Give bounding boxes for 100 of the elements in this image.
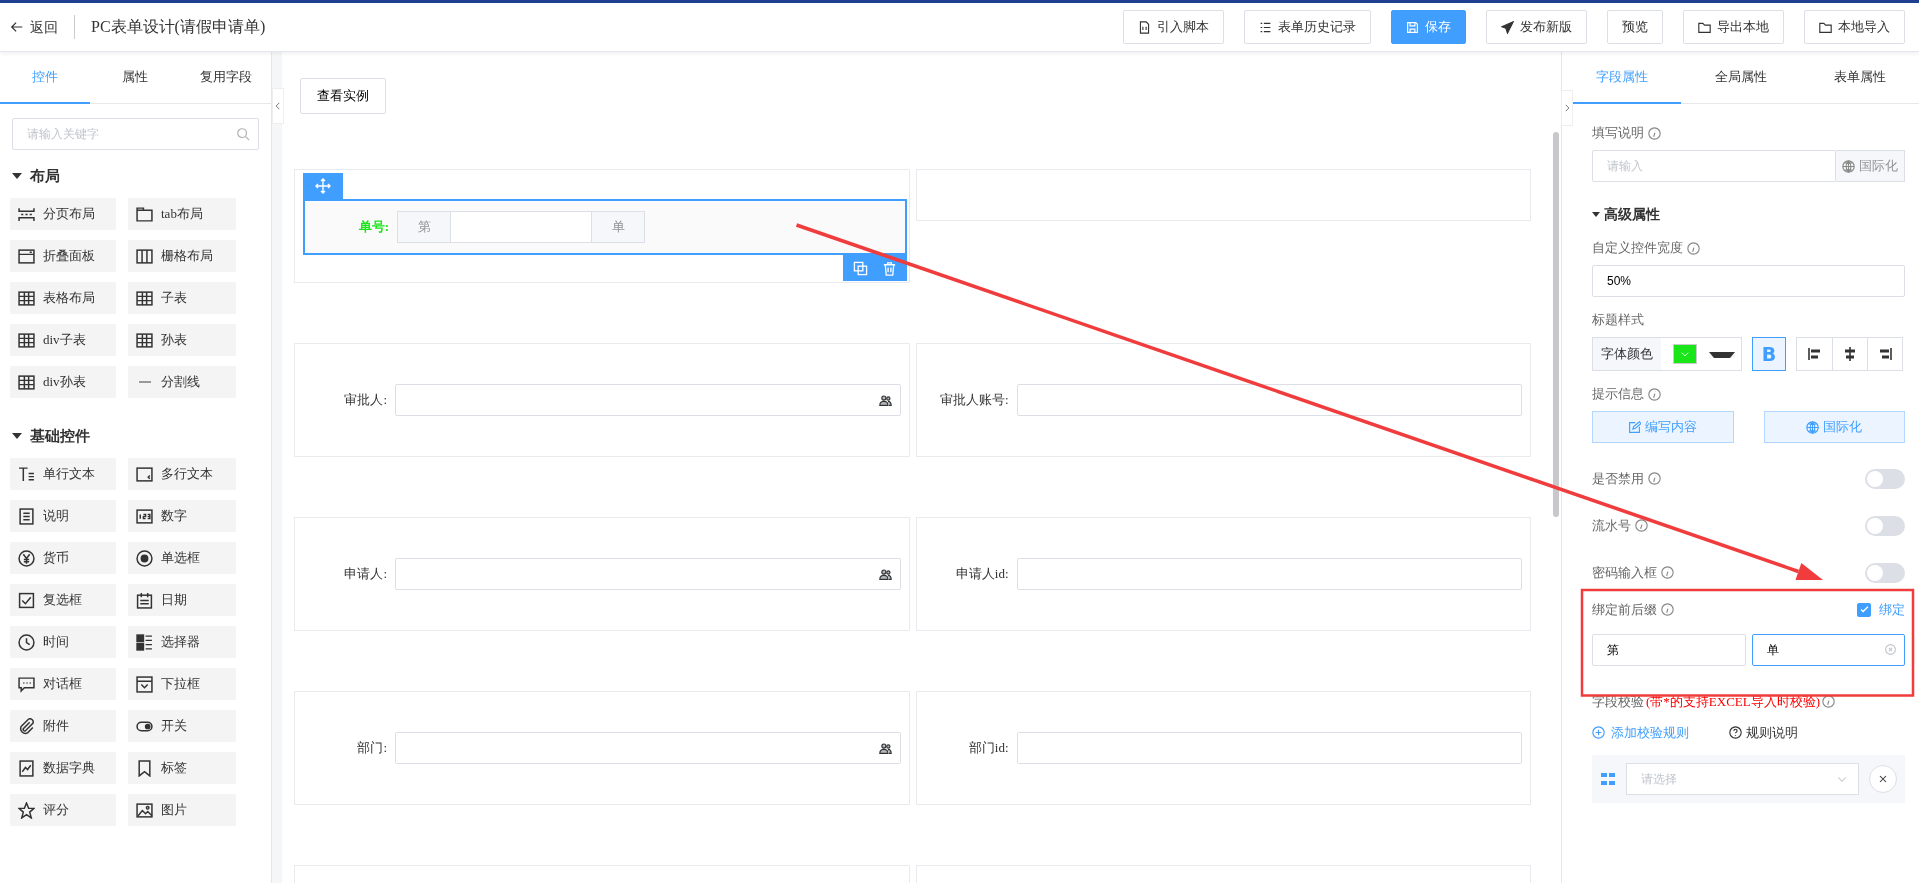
collapse-toggle[interactable] — [272, 88, 284, 124]
prefix-input[interactable]: 第 — [1592, 633, 1746, 666]
collapse-toggle[interactable] — [1561, 90, 1573, 126]
form-cell[interactable]: 部门id: — [915, 691, 1531, 805]
scrollbar[interactable] — [1553, 132, 1559, 517]
control-item[interactable]: 对话框 — [10, 668, 116, 700]
control-item[interactable]: 下拉框 — [128, 668, 236, 700]
control-item[interactable]: 数据字典 — [10, 752, 116, 784]
view-example-button[interactable]: 查看实例 — [300, 78, 386, 114]
color-swatch[interactable] — [1673, 344, 1697, 364]
panel-tab[interactable]: 属性 — [90, 52, 181, 104]
checkbox[interactable] — [1857, 602, 1871, 617]
calendar-icon — [136, 591, 153, 609]
drag-handle[interactable] — [303, 173, 343, 199]
info-icon — [1635, 519, 1648, 532]
toolbar-button[interactable]: 表单历史记录 — [1244, 10, 1371, 44]
control-item[interactable]: 复选框 — [10, 584, 116, 616]
field-label: 部门: — [356, 739, 388, 758]
toggle-switch[interactable] — [1865, 468, 1905, 489]
group-header[interactable]: 布局 — [0, 158, 271, 194]
control-item[interactable]: div孙表 — [10, 366, 116, 398]
chat-icon — [18, 675, 35, 693]
panel-tab[interactable]: 表单属性 — [1800, 52, 1919, 104]
form-cell[interactable]: 审批人账号: — [915, 343, 1531, 457]
control-item[interactable]: 数字 — [128, 500, 236, 532]
form-cell[interactable]: 申请人id: — [915, 517, 1531, 631]
info-icon — [1648, 387, 1661, 401]
control-item[interactable]: 货币 — [10, 542, 116, 574]
control-item[interactable]: 栅格布局 — [128, 240, 236, 272]
field-label: 部门id: — [967, 739, 1010, 758]
chevron-right-icon — [1562, 103, 1572, 113]
suffix-input[interactable]: 单 — [1751, 633, 1905, 666]
control-item[interactable]: 折叠面板 — [10, 240, 116, 272]
align-right-icon — [1877, 346, 1893, 362]
toolbar-button[interactable]: 预览 — [1607, 10, 1663, 44]
page-layout-icon — [18, 205, 35, 223]
caret-icon — [1709, 352, 1735, 359]
control-item[interactable]: 选择器 — [128, 626, 236, 658]
property-label: 绑定前后缀 — [1592, 601, 1657, 619]
toolbar-button[interactable]: 导出本地 — [1683, 10, 1784, 44]
panel-tab[interactable]: 全局属性 — [1681, 52, 1800, 104]
control-item[interactable]: tab布局 — [128, 198, 236, 230]
folder-icon — [1819, 20, 1832, 34]
form-cell[interactable]: 部门: — [294, 691, 910, 805]
input-field[interactable] — [1016, 558, 1522, 590]
search-icon — [236, 127, 250, 141]
columns-icon — [136, 247, 153, 265]
control-item[interactable]: 说明 — [10, 500, 116, 532]
rule-help-link[interactable]: 规则说明 — [1729, 723, 1798, 743]
control-item[interactable]: 标签 — [128, 752, 236, 784]
form-cell[interactable]: 申请人: — [294, 517, 910, 631]
control-item[interactable]: 单选框 — [128, 542, 236, 574]
info-icon — [1687, 241, 1700, 255]
remove-rule-button[interactable] — [1869, 764, 1897, 793]
toolbar-button[interactable]: 本地导入 — [1804, 10, 1905, 44]
toggle-switch[interactable] — [1865, 515, 1905, 536]
search-field[interactable]: 请输入关键字 — [12, 118, 259, 150]
user-picker-field[interactable] — [395, 384, 901, 416]
input-field[interactable] — [451, 211, 591, 243]
control-item[interactable]: 子表 — [128, 282, 236, 314]
input-field[interactable] — [1016, 384, 1522, 416]
panel-tab[interactable]: 复用字段 — [180, 52, 271, 104]
bookmark-icon — [136, 759, 153, 777]
control-item[interactable]: 分页布局 — [10, 198, 116, 230]
property-label: 填写说明 — [1592, 124, 1644, 143]
group-title: 布局 — [30, 165, 60, 186]
form-cell[interactable]: 审批人: — [294, 343, 910, 457]
globe-icon — [1806, 420, 1820, 434]
control-item[interactable]: 表格布局 — [10, 282, 116, 314]
control-item[interactable]: div子表 — [10, 324, 116, 356]
help-icon — [1729, 726, 1742, 740]
control-item[interactable]: 分割线 — [128, 366, 236, 398]
control-item[interactable]: 时间 — [10, 626, 116, 658]
back-link[interactable]: 返回 — [10, 16, 58, 38]
control-item[interactable]: 多行文本 — [128, 458, 236, 490]
save-icon — [1406, 20, 1419, 34]
toolbar-button[interactable]: 引入脚本 — [1123, 10, 1224, 44]
section-header[interactable]: 高级属性 — [1592, 204, 1905, 225]
control-item[interactable]: 单行文本 — [10, 458, 116, 490]
control-item[interactable]: 孙表 — [128, 324, 236, 356]
property-label: 标题样式 — [1592, 311, 1644, 330]
input-field[interactable] — [1016, 732, 1522, 764]
user-picker-field[interactable] — [395, 732, 901, 764]
divider-line-icon — [139, 381, 151, 383]
user-picker-field[interactable] — [395, 558, 901, 590]
number-icon — [136, 507, 153, 525]
control-item[interactable]: 开关 — [128, 710, 236, 742]
control-item[interactable]: 图片 — [128, 794, 236, 826]
control-item[interactable]: 附件 — [10, 710, 116, 742]
group-header[interactable]: 基础控件 — [0, 418, 271, 454]
input-field[interactable]: 请输入 — [1592, 150, 1836, 182]
control-item[interactable]: 日期 — [128, 584, 236, 616]
add-icon — [1592, 726, 1605, 740]
toolbar-button[interactable]: 发布新版 — [1486, 10, 1587, 44]
prefix-addon: 第 — [397, 211, 451, 243]
document-icon — [1138, 20, 1151, 34]
color-picker[interactable]: 字体颜色 — [1592, 337, 1742, 371]
input-field[interactable]: 50% — [1592, 265, 1905, 297]
toggle-switch[interactable] — [1865, 562, 1905, 583]
control-item[interactable]: 评分 — [10, 794, 116, 826]
